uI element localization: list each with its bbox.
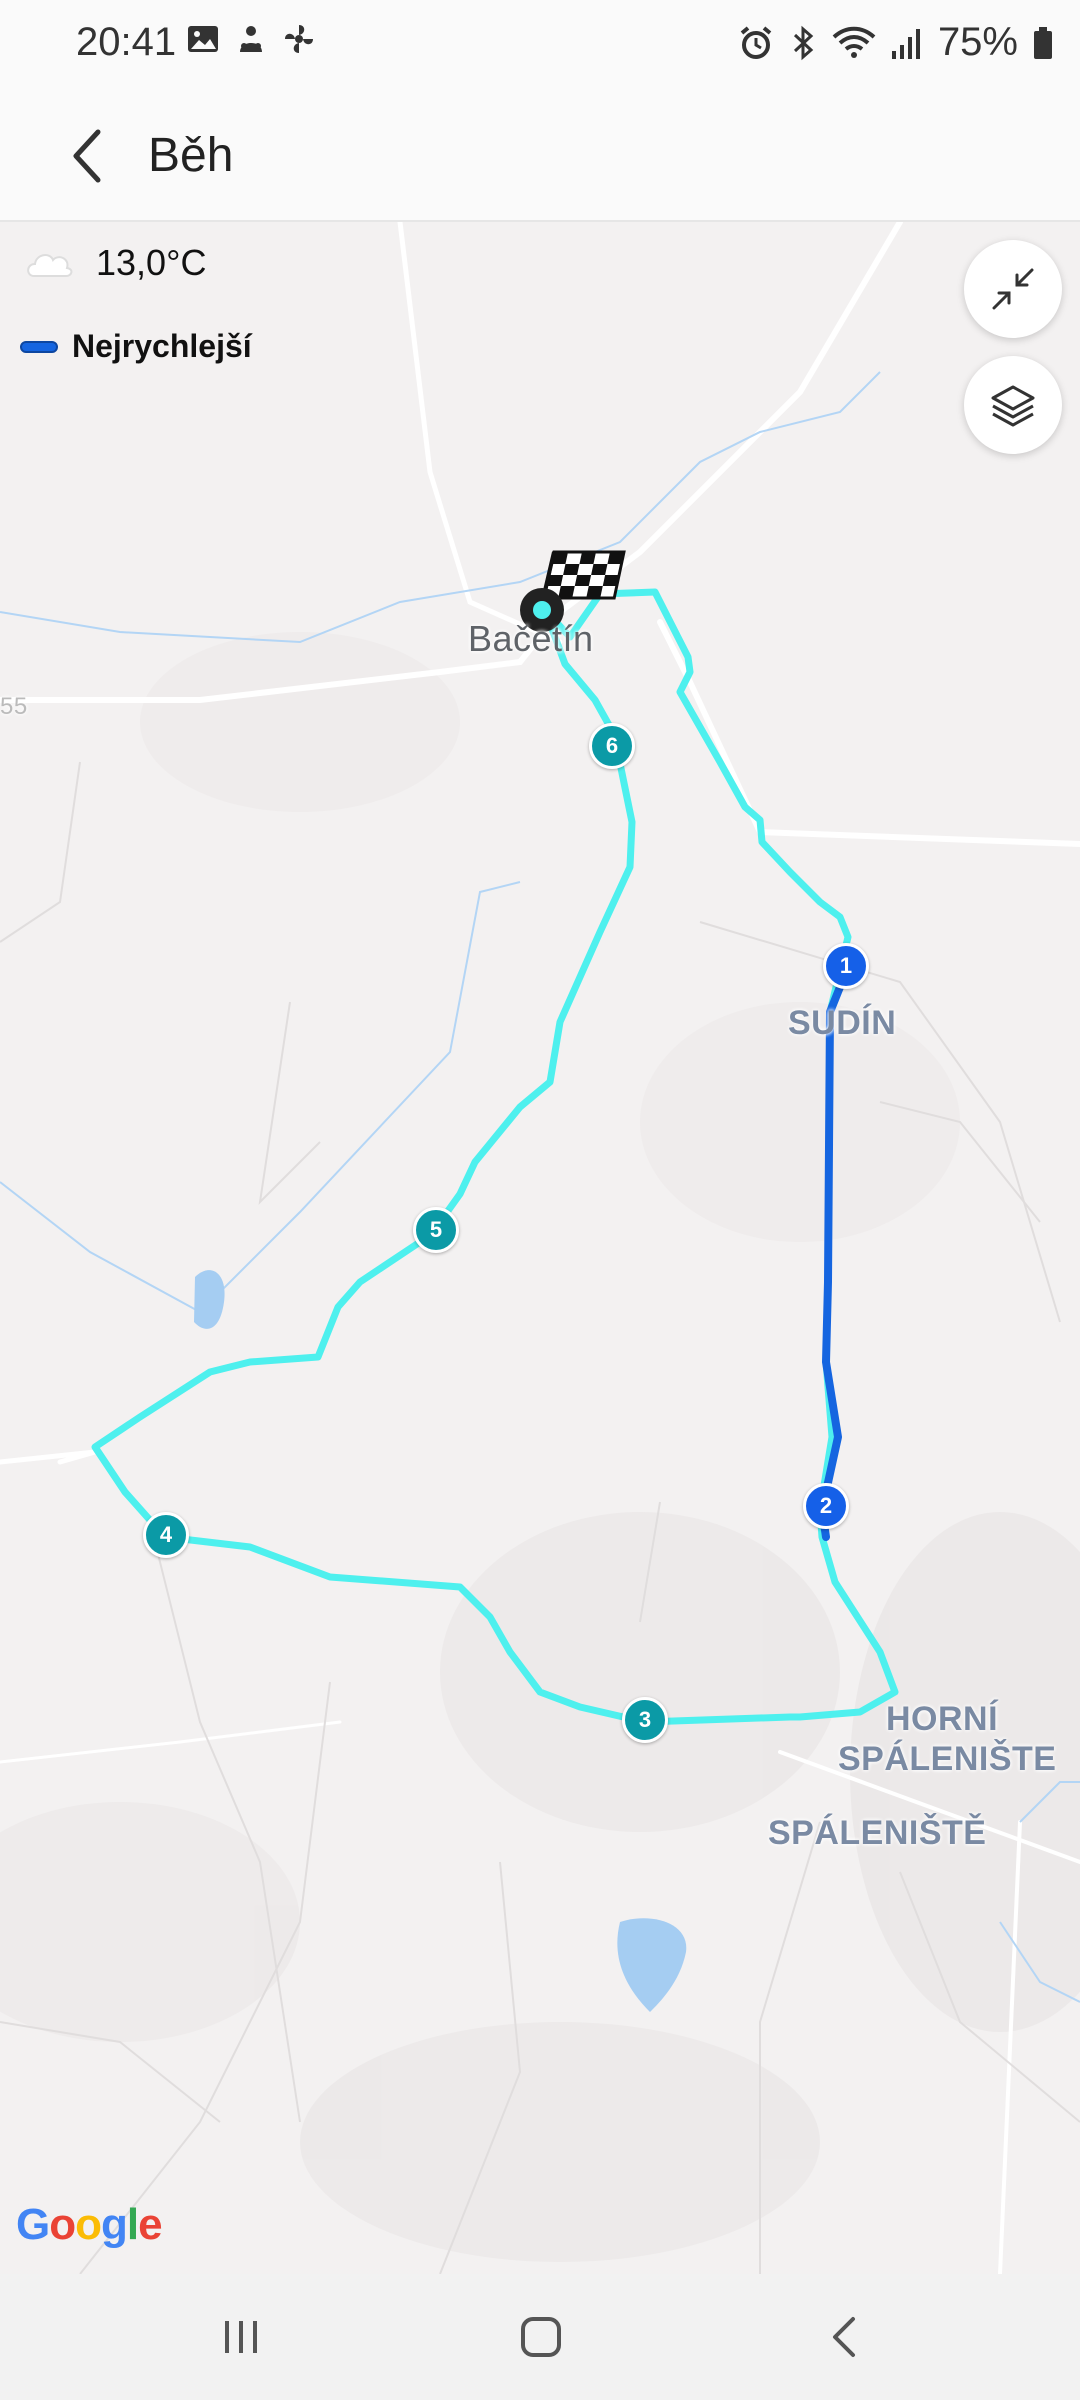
- nav-back-button[interactable]: [800, 2302, 890, 2372]
- km-marker-5[interactable]: 5: [413, 1207, 459, 1253]
- alarm-icon: [740, 25, 772, 59]
- km-marker-2[interactable]: 2: [803, 1483, 849, 1529]
- place-label-horni-spaleniste-line1: HORNÍ: [886, 1700, 999, 1738]
- back-button[interactable]: [48, 116, 128, 196]
- app-bar: Běh: [0, 88, 1080, 222]
- battery-percent: 75%: [937, 20, 1018, 64]
- google-letter-g2: g: [101, 2200, 128, 2249]
- status-bar: 20:41 75%: [0, 0, 1080, 88]
- place-label-bacetin: Bačetín: [468, 618, 594, 659]
- system-nav-bar: [0, 2274, 1080, 2400]
- battery-icon: [1034, 26, 1052, 59]
- chevron-left-icon: [73, 129, 101, 183]
- place-label-spaleniste: SPÁLENIŠTĚ: [768, 1814, 987, 1852]
- home-icon: [521, 2317, 561, 2357]
- fan-icon: [285, 25, 313, 53]
- map-legend: Nejrychlejší: [20, 328, 252, 365]
- recent-apps-icon: [225, 2321, 257, 2353]
- collapse-arrows-icon: [992, 268, 1034, 310]
- map-layers-button[interactable]: [964, 356, 1062, 454]
- weather-info: 13,0°C: [24, 242, 206, 284]
- map-canvas[interactable]: [0, 222, 1080, 2274]
- notification-icons: [186, 22, 316, 56]
- layers-icon: [991, 385, 1035, 427]
- page-title: Běh: [148, 129, 234, 182]
- google-letter-o2: o: [75, 2200, 102, 2249]
- legend-swatch-fastest: [20, 340, 58, 353]
- road-number-label: 55: [0, 693, 28, 720]
- terrain-shading: [0, 632, 1080, 2262]
- cloud-icon: [27, 254, 73, 277]
- google-letter-e: e: [138, 2200, 163, 2249]
- legend-label-fastest: Nejrychlejší: [72, 328, 252, 364]
- place-label-horni-spaleniste-line2: SPÁLENIŠTE: [838, 1740, 1057, 1778]
- status-time: 20:41: [76, 20, 177, 64]
- pond-south: [617, 1918, 687, 2012]
- km-marker-3[interactable]: 3: [622, 1697, 668, 1743]
- bluetooth-icon: [793, 25, 814, 60]
- place-label-sudin: SUDÍN: [788, 1004, 897, 1042]
- km-marker-6[interactable]: 6: [589, 723, 635, 769]
- wifi-icon: [832, 26, 876, 58]
- route-map[interactable]: 13,0°C Nejrychlejší Bačetín SUDÍN HORNÍ …: [0, 222, 1080, 2274]
- signal-icon: [891, 28, 920, 59]
- home-button[interactable]: [496, 2302, 586, 2372]
- google-logo: Google: [16, 2200, 163, 2250]
- km-marker-1[interactable]: 1: [823, 943, 869, 989]
- google-letter-l: l: [126, 2200, 139, 2249]
- android-head-icon: [240, 26, 262, 52]
- pond-north: [194, 1270, 225, 1329]
- km-marker-4[interactable]: 4: [143, 1512, 189, 1558]
- image-icon: [188, 26, 218, 52]
- back-chevron-icon: [833, 2317, 855, 2357]
- system-icons: 75%: [738, 20, 1054, 65]
- weather-temperature: 13,0°C: [96, 242, 207, 283]
- google-letter-o1: o: [49, 2200, 76, 2249]
- recent-apps-button[interactable]: [196, 2302, 286, 2372]
- collapse-map-button[interactable]: [964, 240, 1062, 338]
- google-letter-g: G: [16, 2200, 50, 2249]
